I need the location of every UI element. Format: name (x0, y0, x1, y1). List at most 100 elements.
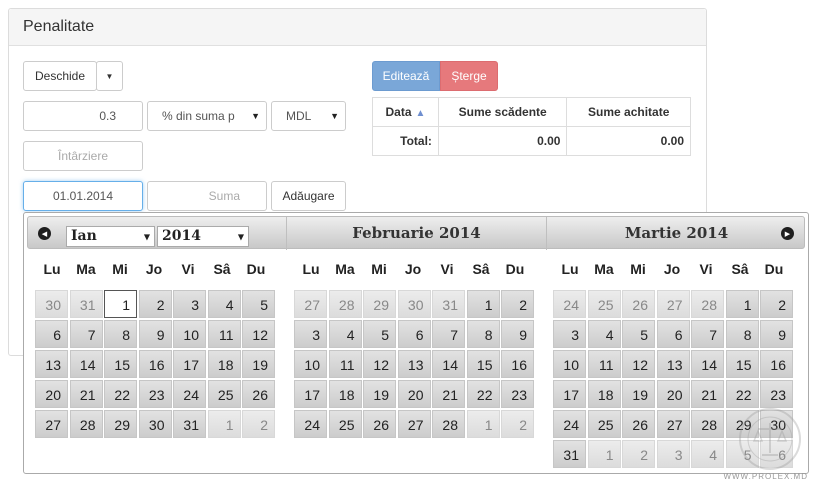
calendar-day[interactable]: 18 (207, 350, 241, 378)
calendar-day[interactable]: 23 (138, 380, 172, 408)
calendar-day[interactable]: 21 (691, 380, 724, 408)
add-button[interactable]: Adăugare (271, 181, 346, 211)
calendar-day[interactable]: 5 (242, 290, 275, 318)
calendar-day[interactable]: 13 (656, 350, 690, 378)
calendar-day-other-month[interactable]: 31 (432, 290, 465, 318)
calendar-day[interactable]: 3 (553, 320, 586, 348)
calendar-day-other-month[interactable]: 31 (69, 290, 103, 318)
calendar-day-other-month[interactable]: 1 (466, 410, 500, 438)
calendar-day[interactable]: 26 (622, 410, 655, 438)
calendar-day[interactable]: 25 (207, 380, 241, 408)
calendar-day[interactable]: 9 (138, 320, 172, 348)
currency-select[interactable]: MDL ▼ (271, 101, 346, 131)
calendar-day[interactable]: 7 (691, 320, 724, 348)
calendar-day[interactable]: 18 (587, 380, 621, 408)
delay-input[interactable]: Întârziere (23, 141, 143, 171)
calendar-day[interactable]: 29 (104, 410, 137, 438)
column-header-paid[interactable]: Sume achitate (566, 97, 691, 127)
calendar-day[interactable]: 26 (242, 380, 275, 408)
calendar-day[interactable]: 11 (207, 320, 241, 348)
calendar-day[interactable]: 12 (242, 320, 275, 348)
calendar-day[interactable]: 20 (656, 380, 690, 408)
calendar-day-selected[interactable]: 1 (104, 290, 137, 318)
rate-type-select[interactable]: % din suma p ▼ (147, 101, 267, 131)
calendar-day[interactable]: 12 (363, 350, 396, 378)
calendar-day[interactable]: 19 (622, 380, 655, 408)
calendar-day[interactable]: 8 (466, 320, 500, 348)
calendar-day[interactable]: 10 (294, 350, 327, 378)
calendar-day[interactable]: 27 (656, 410, 690, 438)
calendar-day-other-month[interactable]: 29 (363, 290, 396, 318)
calendar-day[interactable]: 12 (622, 350, 655, 378)
calendar-day-other-month[interactable]: 25 (587, 290, 621, 318)
calendar-day[interactable]: 25 (328, 410, 362, 438)
year-select[interactable]: 2014 ▼ (157, 226, 249, 247)
date-input[interactable]: 01.01.2014 (23, 181, 143, 211)
calendar-day[interactable]: 16 (760, 350, 793, 378)
next-month-icon[interactable]: ▶ (781, 227, 794, 240)
calendar-day[interactable]: 5 (363, 320, 396, 348)
calendar-day-other-month[interactable]: 1 (207, 410, 241, 438)
calendar-day-other-month[interactable]: 28 (691, 290, 724, 318)
calendar-day[interactable]: 4 (587, 320, 621, 348)
calendar-day[interactable]: 6 (397, 320, 431, 348)
calendar-day[interactable]: 17 (173, 350, 206, 378)
calendar-day[interactable]: 3 (294, 320, 327, 348)
calendar-day[interactable]: 19 (363, 380, 396, 408)
calendar-day[interactable]: 30 (138, 410, 172, 438)
edit-button[interactable]: Editează (372, 61, 440, 91)
calendar-day[interactable]: 11 (328, 350, 362, 378)
calendar-day[interactable]: 28 (432, 410, 465, 438)
calendar-day[interactable]: 21 (69, 380, 103, 408)
calendar-day[interactable]: 17 (553, 380, 586, 408)
calendar-day[interactable]: 24 (553, 410, 586, 438)
calendar-day[interactable]: 9 (760, 320, 793, 348)
calendar-day[interactable]: 31 (553, 440, 586, 468)
calendar-day[interactable]: 18 (328, 380, 362, 408)
calendar-day[interactable]: 21 (432, 380, 465, 408)
calendar-day-other-month[interactable]: 26 (622, 290, 655, 318)
calendar-day[interactable]: 13 (35, 350, 68, 378)
calendar-day[interactable]: 2 (138, 290, 172, 318)
calendar-day-other-month[interactable]: 28 (328, 290, 362, 318)
calendar-day[interactable]: 13 (397, 350, 431, 378)
calendar-day-other-month[interactable]: 2 (622, 440, 655, 468)
calendar-day-other-month[interactable]: 24 (553, 290, 586, 318)
calendar-day[interactable]: 1 (466, 290, 500, 318)
prev-month-icon[interactable]: ◀ (38, 227, 51, 240)
open-button[interactable]: Deschide (23, 61, 97, 91)
calendar-day[interactable]: 5 (622, 320, 655, 348)
calendar-day[interactable]: 19 (242, 350, 275, 378)
calendar-day[interactable]: 6 (656, 320, 690, 348)
calendar-day-other-month[interactable]: 27 (656, 290, 690, 318)
calendar-day[interactable]: 2 (501, 290, 534, 318)
calendar-day[interactable]: 15 (466, 350, 500, 378)
calendar-day[interactable]: 20 (35, 380, 68, 408)
calendar-day[interactable]: 24 (294, 410, 327, 438)
calendar-day[interactable]: 4 (207, 290, 241, 318)
calendar-day[interactable]: 4 (328, 320, 362, 348)
calendar-day[interactable]: 14 (432, 350, 465, 378)
sum-input[interactable]: Suma (147, 181, 267, 211)
calendar-day[interactable]: 27 (397, 410, 431, 438)
calendar-day[interactable]: 24 (173, 380, 206, 408)
calendar-day[interactable]: 28 (69, 410, 103, 438)
calendar-day[interactable]: 26 (363, 410, 396, 438)
calendar-day[interactable]: 27 (35, 410, 68, 438)
calendar-day[interactable]: 25 (587, 410, 621, 438)
calendar-day-other-month[interactable]: 2 (501, 410, 534, 438)
column-header-due[interactable]: Sume scădente (437, 97, 568, 127)
calendar-day-other-month[interactable]: 4 (691, 440, 724, 468)
calendar-day[interactable]: 8 (725, 320, 759, 348)
calendar-day[interactable]: 10 (173, 320, 206, 348)
calendar-day-other-month[interactable]: 27 (294, 290, 327, 318)
month-select[interactable]: Ian ▼ (66, 226, 155, 247)
calendar-day[interactable]: 14 (69, 350, 103, 378)
calendar-day[interactable]: 9 (501, 320, 534, 348)
delete-button[interactable]: Șterge (440, 61, 498, 91)
open-dropdown-toggle[interactable]: ▼ (96, 61, 123, 91)
calendar-day[interactable]: 23 (501, 380, 534, 408)
calendar-day[interactable]: 11 (587, 350, 621, 378)
column-header-date[interactable]: Data ▲ (372, 97, 439, 127)
calendar-day[interactable]: 3 (173, 290, 206, 318)
